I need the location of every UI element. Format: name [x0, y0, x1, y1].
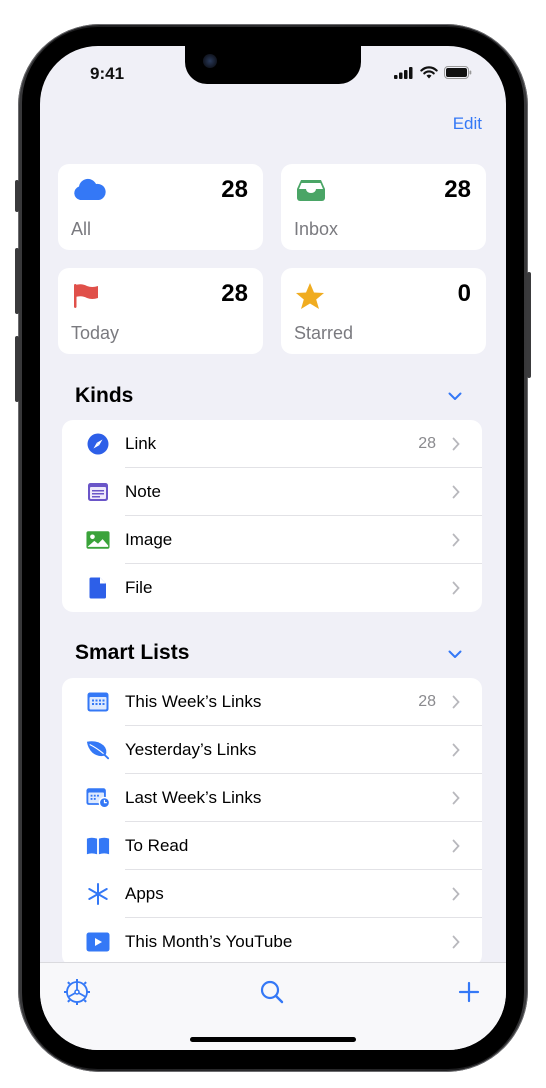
book-icon — [86, 834, 110, 858]
leaf-icon — [86, 738, 110, 762]
compass-icon — [86, 432, 110, 456]
chevron-down-icon[interactable] — [448, 650, 462, 659]
status-time: 9:41 — [90, 64, 125, 83]
chevron-right-icon — [452, 485, 460, 499]
chevron-right-icon — [452, 695, 460, 709]
tile-inbox[interactable]: 28 Inbox — [281, 164, 486, 250]
tile-count: 0 — [457, 280, 471, 307]
play-icon — [86, 930, 110, 954]
chevron-right-icon — [452, 533, 460, 547]
note-icon — [86, 480, 110, 504]
tile-today[interactable]: 28 Today — [58, 268, 263, 354]
list-item-last-weeks-links[interactable]: Last Week’s Links — [62, 774, 482, 822]
flag-icon — [74, 284, 98, 308]
search-icon — [260, 980, 284, 1004]
list-item-label: Last Week’s Links — [125, 788, 262, 807]
settings-gear-icon — [64, 979, 90, 1005]
chevron-right-icon — [452, 437, 460, 451]
star-icon — [296, 283, 324, 309]
action-button — [15, 180, 19, 212]
list-item-label: Link — [125, 434, 157, 453]
tile-label: Today — [71, 323, 120, 343]
chevron-right-icon — [452, 791, 460, 805]
camera-icon — [203, 54, 217, 68]
list-item-to-read[interactable]: To Read — [62, 822, 482, 870]
wifi-icon — [420, 66, 438, 79]
add-icon — [458, 981, 480, 1003]
list-item-label: File — [125, 578, 153, 597]
list-item-label: Yesterday’s Links — [125, 740, 257, 759]
list-item-this-weeks-links[interactable]: This Week’s Links 28 — [62, 678, 482, 726]
tile-all[interactable]: 28 All — [58, 164, 263, 250]
list-item-label: This Month’s YouTube — [125, 932, 293, 951]
list-item-label: Image — [125, 530, 173, 549]
tile-count: 28 — [444, 176, 471, 203]
list-item-link[interactable]: Link 28 — [62, 420, 482, 468]
tile-count: 28 — [221, 280, 248, 307]
list-item-yesterdays-links[interactable]: Yesterday’s Links — [62, 726, 482, 774]
list-item-image[interactable]: Image — [62, 516, 482, 564]
chevron-down-icon[interactable] — [448, 392, 462, 401]
list-item-apps[interactable]: Apps — [62, 870, 482, 918]
volume-down-button — [15, 336, 19, 402]
chevron-right-icon — [452, 743, 460, 757]
photo-icon — [86, 528, 110, 552]
chevron-right-icon — [452, 581, 460, 595]
tray-icon — [297, 180, 325, 201]
calendar-clock-icon — [86, 786, 110, 810]
chevron-right-icon — [452, 887, 460, 901]
home-indicator[interactable] — [190, 1037, 356, 1042]
power-button — [527, 272, 531, 378]
list-item-label: Note — [125, 482, 161, 501]
screen: 9:41 Edit 28 All 28 Inbox 28 Today 0 Sta… — [40, 46, 506, 1050]
list-item-this-months-youtube[interactable]: This Month’s YouTube — [62, 918, 482, 966]
cloud-icon — [74, 178, 106, 200]
list-item-count: 28 — [418, 693, 436, 710]
chevron-right-icon — [452, 935, 460, 949]
list-item-label: This Week’s Links — [125, 692, 262, 711]
tile-starred[interactable]: 0 Starred — [281, 268, 486, 354]
document-icon — [86, 576, 110, 600]
kinds-list: Link 28 Note Image File — [62, 420, 482, 612]
smart-lists-list: This Week’s Links 28 Yesterday’s Links L… — [62, 678, 482, 966]
cellular-signal-icon — [394, 66, 413, 79]
list-item-label: To Read — [125, 836, 189, 855]
volume-up-button — [15, 248, 19, 314]
list-item-label: Apps — [125, 884, 164, 903]
edit-button[interactable]: Edit — [453, 114, 482, 134]
asterisk-icon — [86, 882, 110, 906]
tile-label: Starred — [294, 323, 354, 343]
calendar-icon — [86, 690, 110, 714]
add-button[interactable] — [454, 977, 484, 1007]
settings-button[interactable] — [62, 977, 92, 1007]
tile-label: All — [71, 219, 92, 239]
tile-label: Inbox — [294, 219, 339, 239]
battery-icon — [444, 66, 472, 79]
status-icons — [394, 66, 472, 79]
search-button[interactable] — [257, 977, 287, 1007]
list-item-file[interactable]: File — [62, 564, 482, 612]
chevron-right-icon — [452, 839, 460, 853]
smart-lists-section-title: Smart Lists — [75, 641, 190, 664]
list-item-count: 28 — [418, 435, 436, 452]
tile-count: 28 — [221, 176, 248, 203]
list-item-note[interactable]: Note — [62, 468, 482, 516]
kinds-section-title: Kinds — [75, 384, 134, 407]
